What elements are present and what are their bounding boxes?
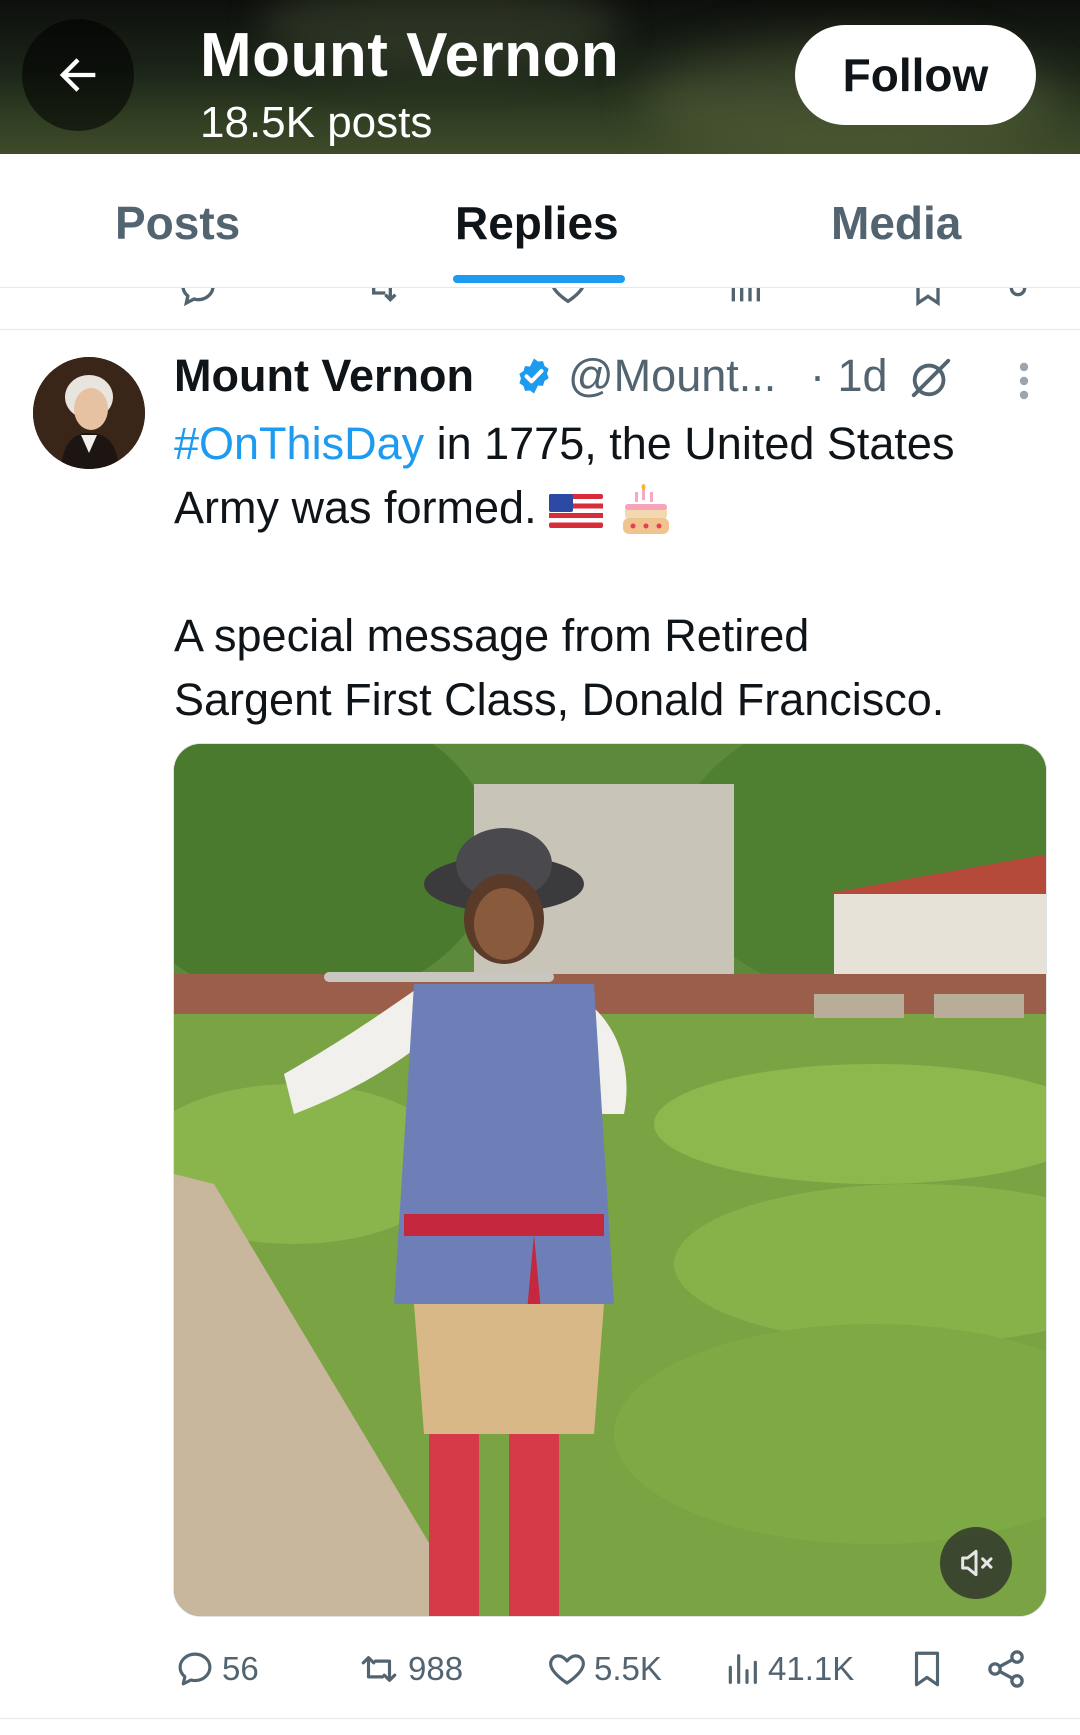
active-tab-indicator xyxy=(453,275,625,283)
page-title: Mount Vernon xyxy=(200,21,620,90)
more-options-icon[interactable] xyxy=(1012,360,1036,402)
post-divider xyxy=(0,1718,1080,1719)
hashtag-link[interactable]: #OnThisDay xyxy=(174,418,424,469)
video-player[interactable] xyxy=(173,743,1047,1617)
tab-media[interactable]: Media xyxy=(831,196,961,250)
post-text-blank-line xyxy=(174,540,1054,604)
volume-muted-icon xyxy=(961,1549,993,1577)
author-handle[interactable]: @Mount... xyxy=(568,350,776,402)
bookmark-icon xyxy=(916,288,940,307)
author-name[interactable]: Mount Vernon xyxy=(174,350,474,402)
views-icon xyxy=(731,288,760,302)
reply-icon xyxy=(178,1652,212,1686)
post-text-line: #OnThisDay in 1775, the United States xyxy=(174,412,1054,476)
bookmark-button[interactable] xyxy=(906,1646,954,1692)
like-count: 5.5K xyxy=(594,1650,662,1687)
views-chart-icon xyxy=(728,1654,757,1684)
tab-posts[interactable]: Posts xyxy=(115,196,240,250)
grok-icon[interactable] xyxy=(908,355,954,401)
post-timestamp[interactable]: · 1d xyxy=(810,350,888,402)
bookmark-icon xyxy=(914,1651,940,1687)
share-button[interactable] xyxy=(984,1646,1034,1692)
arrow-left-icon xyxy=(59,58,96,92)
repost-icon xyxy=(372,288,397,303)
repost-count: 988 xyxy=(408,1650,464,1687)
verified-badge-icon xyxy=(519,358,549,394)
follow-button[interactable]: Follow xyxy=(795,25,1036,125)
post-text-segment: Army was formed. xyxy=(174,482,537,533)
video-thumbnail-fife-player xyxy=(174,744,1046,1616)
heart-icon xyxy=(549,1654,585,1685)
profile-tabs: Posts Replies Media xyxy=(0,154,1080,288)
post-text-line: A special message from Retired xyxy=(174,610,810,661)
reply-button[interactable]: 56 xyxy=(174,1646,259,1692)
view-count: 41.1K xyxy=(768,1650,855,1687)
previous-tweet-actions-clipped xyxy=(0,288,1080,330)
post-text-segment: in 1775, the United States xyxy=(424,418,955,469)
flag-us-emoji xyxy=(548,494,603,529)
reply-icon xyxy=(181,288,215,307)
profile-header: Mount Vernon 18.5K posts Follow xyxy=(0,0,1080,154)
mute-toggle-button[interactable] xyxy=(940,1527,1012,1599)
post-text: #OnThisDay in 1775, the United States Ar… xyxy=(174,412,1054,732)
repost-icon xyxy=(361,1656,397,1682)
like-icon xyxy=(552,288,584,304)
views-button[interactable]: 41.1K xyxy=(722,1646,854,1692)
post-text-line: Sargent First Class, Donald Francisco. xyxy=(174,674,945,725)
tab-replies[interactable]: Replies xyxy=(455,196,619,250)
repost-button[interactable]: 988 xyxy=(356,1646,463,1692)
share-icon xyxy=(988,1650,1024,1688)
post-count: 18.5K posts xyxy=(200,98,433,147)
birthday-cake-emoji xyxy=(622,484,669,535)
avatar[interactable] xyxy=(33,357,145,469)
post-text-line: Army was formed. xyxy=(174,476,1054,540)
share-icon xyxy=(1009,288,1027,297)
like-button[interactable]: 5.5K xyxy=(546,1646,662,1692)
back-button[interactable] xyxy=(22,19,134,131)
reply-count: 56 xyxy=(222,1650,259,1687)
george-washington-portrait-icon xyxy=(33,357,145,469)
